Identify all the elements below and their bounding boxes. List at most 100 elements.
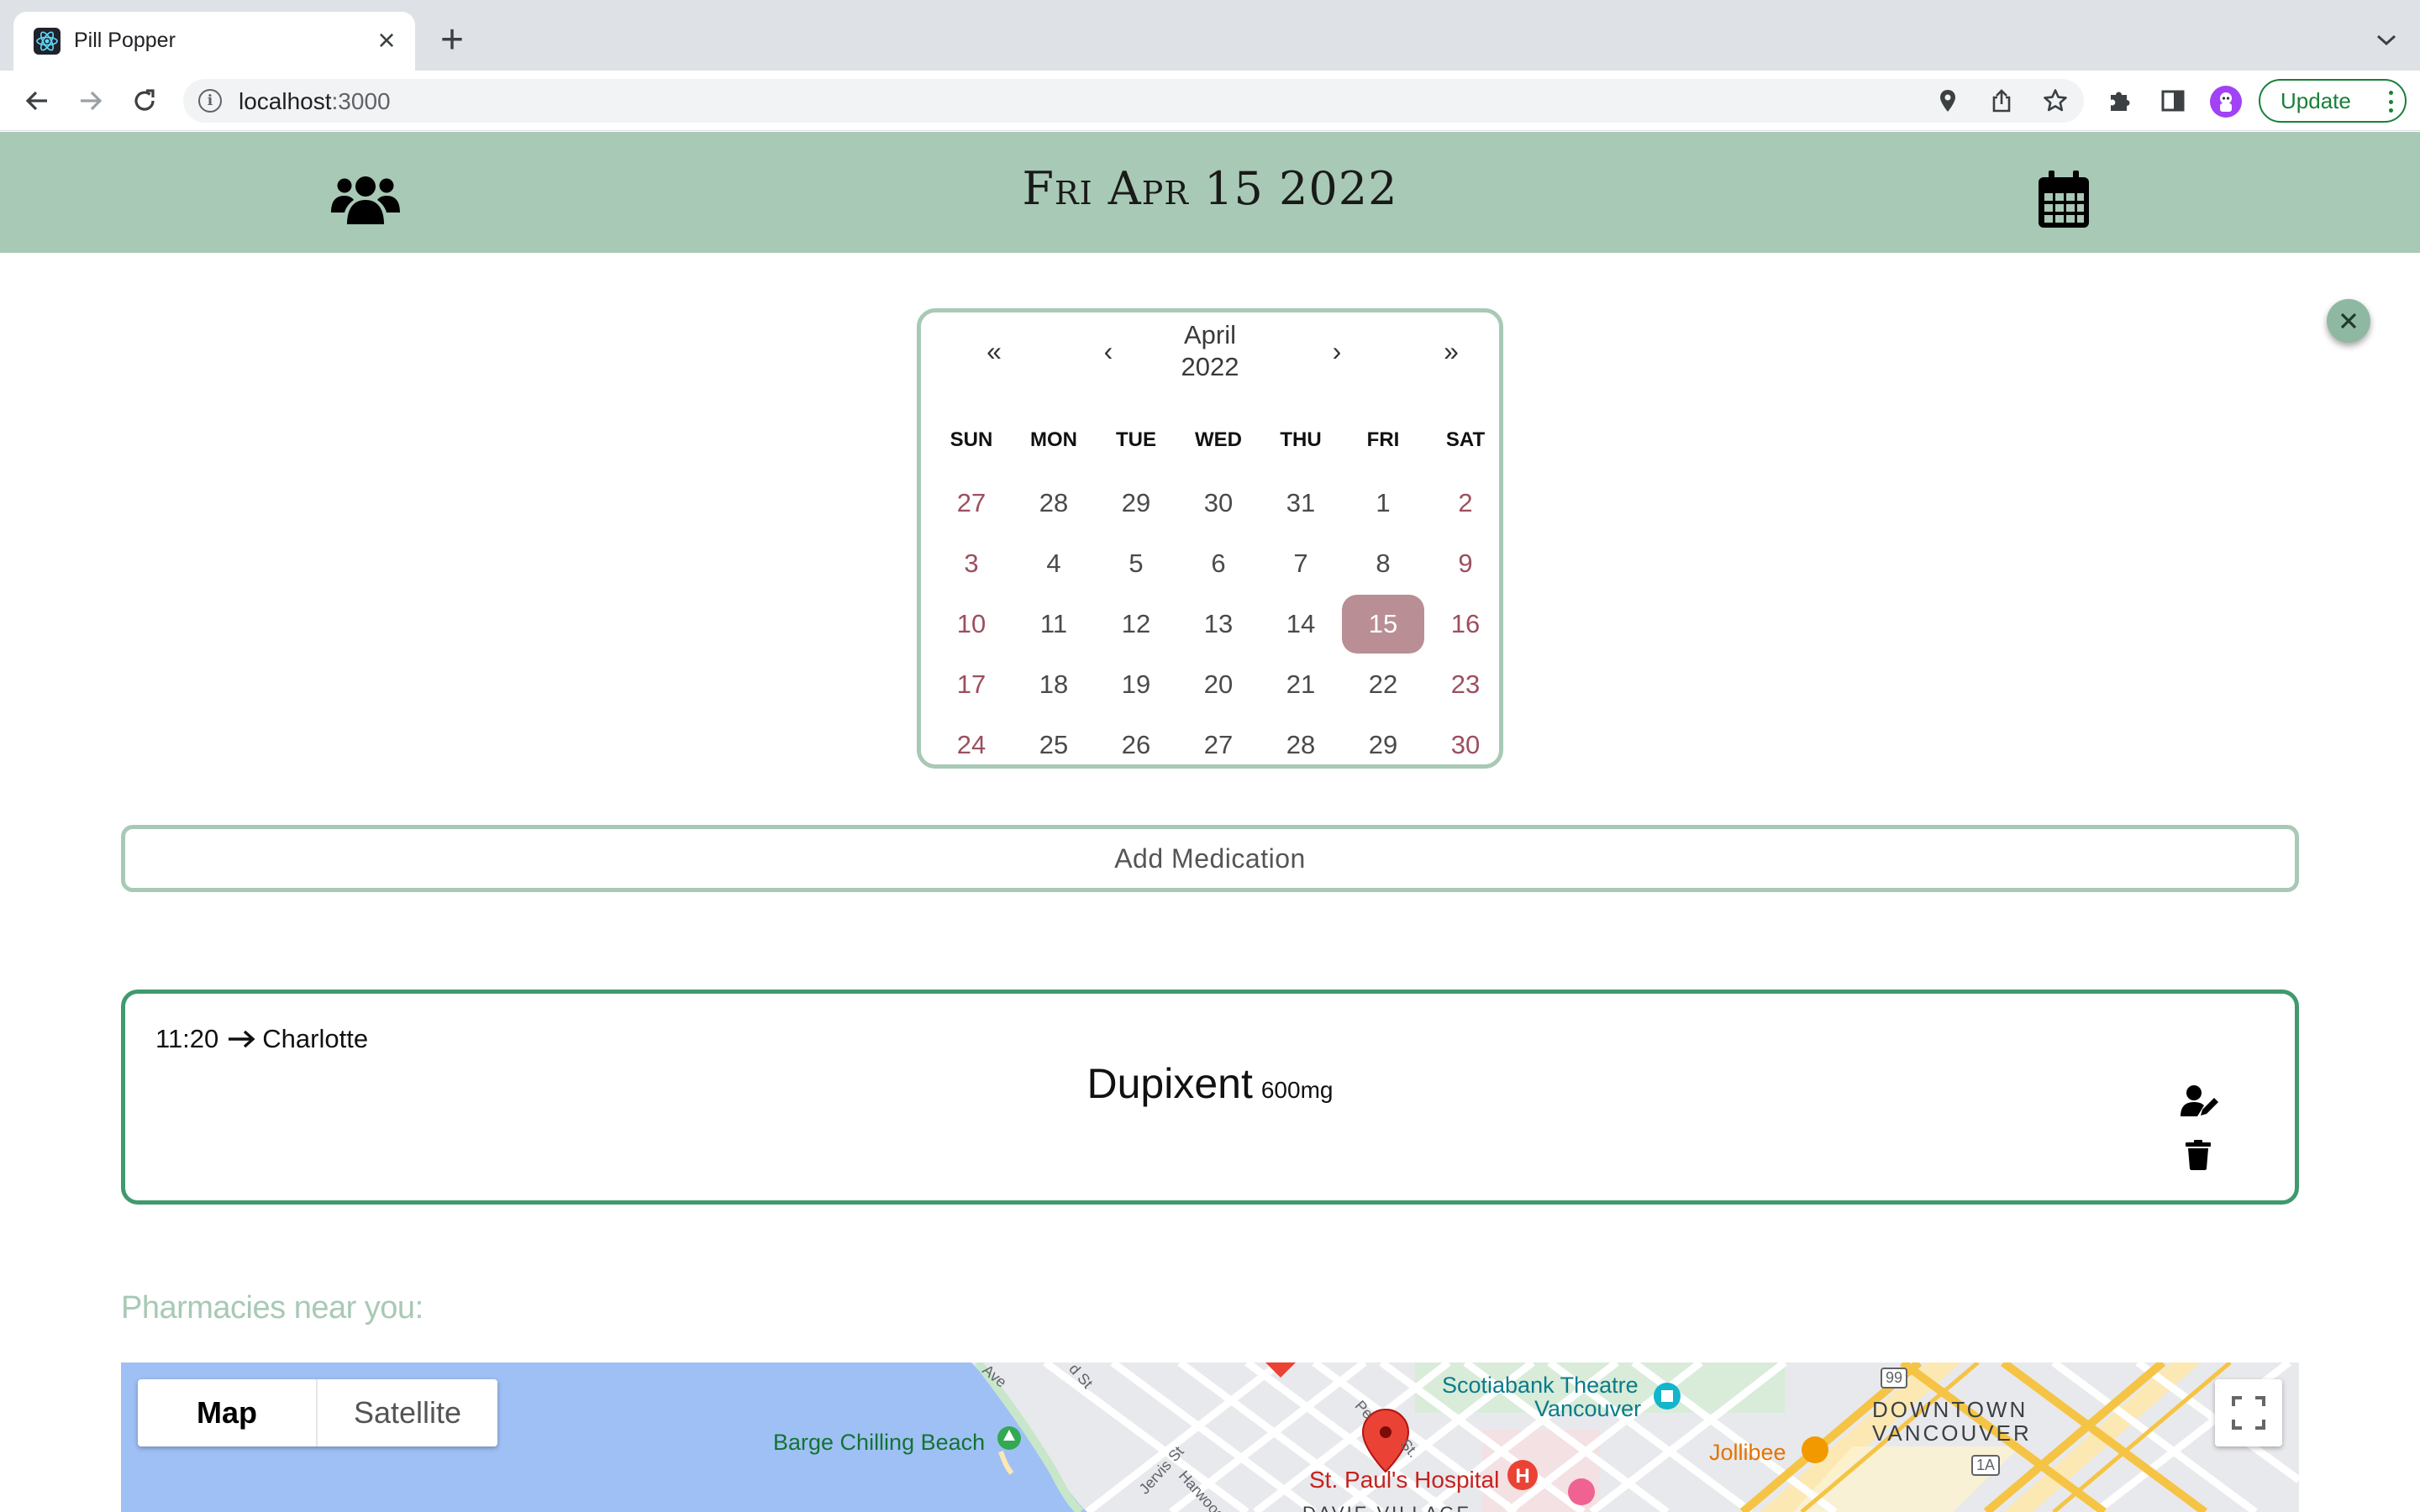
- weekday-label: MON: [1030, 428, 1077, 451]
- calendar-day[interactable]: 18: [1013, 655, 1095, 714]
- calendar-day[interactable]: 2: [1424, 474, 1507, 533]
- calendar-day[interactable]: 19: [1095, 655, 1177, 714]
- url-text: localhost:3000: [239, 88, 391, 115]
- calendar-day[interactable]: 17: [930, 655, 1013, 714]
- more-vertical-icon: [2388, 91, 2393, 113]
- site-info-icon[interactable]: i: [198, 89, 222, 113]
- calendar-day[interactable]: 16: [1424, 595, 1507, 654]
- calendar-day[interactable]: 12: [1095, 595, 1177, 654]
- trash-icon[interactable]: [2186, 1140, 2211, 1170]
- calendar-day[interactable]: 20: [1177, 655, 1260, 714]
- url-host: localhost: [239, 88, 332, 114]
- pharmacies-heading: Pharmacies near you:: [121, 1290, 424, 1326]
- map-label-theatre-line2: Vancouver: [1534, 1396, 1642, 1421]
- calendar-day[interactable]: 14: [1260, 595, 1342, 654]
- browser-toolbar: i localhost:3000 Update: [0, 71, 2420, 131]
- calendar-day[interactable]: 3: [930, 534, 1013, 593]
- calendar-widget: « ‹ April 2022 › » SUN MON TUE WED THU FRI SAT…: [917, 308, 1503, 769]
- calendar-day[interactable]: 10: [930, 595, 1013, 654]
- calendar-day[interactable]: 15: [1342, 595, 1424, 654]
- tab-search-chevron-icon[interactable]: [2371, 25, 2402, 55]
- update-button[interactable]: Update: [2259, 79, 2407, 123]
- map-label-theatre-line1: Scotiabank Theatre: [1442, 1373, 1639, 1398]
- update-label: Update: [2281, 87, 2351, 113]
- new-tab-plus-icon[interactable]: +: [434, 20, 471, 60]
- extensions-puzzle-icon[interactable]: [2104, 86, 2134, 116]
- profile-avatar[interactable]: [2210, 86, 2242, 118]
- calendar-day[interactable]: 1: [1342, 474, 1424, 533]
- calendar-year: 2022: [1181, 352, 1239, 381]
- weekday-label: WED: [1195, 428, 1242, 451]
- calendar-day[interactable]: 24: [930, 716, 1013, 774]
- calendar-day[interactable]: 27: [1177, 716, 1260, 774]
- calendar-day[interactable]: 21: [1260, 655, 1342, 714]
- calendar-day[interactable]: 26: [1095, 716, 1177, 774]
- map-route-1a: 1A: [1971, 1455, 2001, 1476]
- browser-tab-bar: Pill Popper × +: [0, 0, 2420, 71]
- pharmacy-map[interactable]: H Barge Chilling Beach St. Paul's Hospit…: [121, 1362, 2299, 1512]
- calendar-weekdays: SUN MON TUE WED THU FRI SAT: [921, 428, 1499, 462]
- arrow-right-icon: [227, 1029, 255, 1049]
- next-year-button[interactable]: »: [1426, 331, 1476, 371]
- calendar-day[interactable]: 25: [1013, 716, 1095, 774]
- reload-icon[interactable]: [126, 82, 163, 119]
- calendar-month-label[interactable]: April 2022: [1106, 319, 1314, 383]
- calendar-day[interactable]: 28: [1260, 716, 1342, 774]
- bookmark-star-icon[interactable]: [2042, 87, 2069, 114]
- calendar-navigation: « ‹ April 2022 › »: [921, 312, 1499, 393]
- calendar-day[interactable]: 30: [1177, 474, 1260, 533]
- calendar-day[interactable]: 4: [1013, 534, 1095, 593]
- calendar-day[interactable]: 29: [1342, 716, 1424, 774]
- close-icon[interactable]: [2327, 299, 2370, 343]
- calendar-day[interactable]: 9: [1424, 534, 1507, 593]
- map-label-district-line2: VANCOUVER: [1872, 1420, 2032, 1446]
- calendar-day[interactable]: 5: [1095, 534, 1177, 593]
- medication-schedule: 11:20 Charlotte: [155, 1024, 368, 1054]
- weekday-label: FRI: [1366, 428, 1400, 451]
- tab-title: Pill Popper: [74, 29, 176, 52]
- calendar-day[interactable]: 27: [930, 474, 1013, 533]
- medication-card: 11:20 Charlotte Dupixent 600mg: [121, 990, 2299, 1205]
- calendar-day[interactable]: 8: [1342, 534, 1424, 593]
- map-type-map-button[interactable]: Map: [138, 1379, 318, 1446]
- react-favicon-icon: [34, 28, 60, 55]
- calendar-day[interactable]: 28: [1013, 474, 1095, 533]
- weekday-label: TUE: [1116, 428, 1156, 451]
- tab-close-icon[interactable]: ×: [370, 24, 403, 57]
- browser-tab[interactable]: Pill Popper ×: [13, 12, 415, 71]
- calendar-day[interactable]: 7: [1260, 534, 1342, 593]
- weekday-label: SUN: [950, 428, 993, 451]
- back-arrow-icon[interactable]: [18, 82, 55, 119]
- prev-year-button[interactable]: «: [969, 331, 1019, 371]
- share-icon[interactable]: [1988, 87, 2015, 114]
- map-label-hospital: St. Paul's Hospital: [1309, 1467, 1500, 1493]
- add-medication-button[interactable]: Add Medication: [121, 825, 2299, 892]
- medication-title: Dupixent 600mg: [125, 1059, 2295, 1108]
- next-month-button[interactable]: ›: [1312, 331, 1362, 371]
- calendar-day[interactable]: 23: [1424, 655, 1507, 714]
- weekday-label: SAT: [1445, 428, 1486, 451]
- forward-arrow-icon[interactable]: [72, 82, 109, 119]
- calendar-day[interactable]: 30: [1424, 716, 1507, 774]
- user-edit-icon[interactable]: [2181, 1084, 2221, 1118]
- calendar-icon[interactable]: [2039, 171, 2089, 228]
- medication-dose: 600mg: [1260, 1077, 1334, 1103]
- calendar-day[interactable]: 6: [1177, 534, 1260, 593]
- side-panel-icon[interactable]: [2158, 86, 2188, 116]
- weekday-label: THU: [1280, 428, 1322, 451]
- calendar-day[interactable]: 11: [1013, 595, 1095, 654]
- fullscreen-icon[interactable]: [2215, 1379, 2282, 1446]
- url-port: :3000: [331, 88, 391, 114]
- calendar-day[interactable]: 29: [1095, 474, 1177, 533]
- medication-time: 11:20: [155, 1024, 219, 1053]
- calendar-day[interactable]: 22: [1342, 655, 1424, 714]
- calendar-month: April: [1183, 320, 1236, 349]
- map-route-99: 99: [1881, 1368, 1908, 1389]
- calendar-day[interactable]: 31: [1260, 474, 1342, 533]
- address-bar[interactable]: i localhost:3000: [183, 79, 2084, 123]
- app-header: Fri Apr 15 2022: [0, 132, 2420, 253]
- map-label-district-line1: DOWNTOWN: [1872, 1397, 2028, 1422]
- map-type-satellite-button[interactable]: Satellite: [318, 1379, 497, 1446]
- location-pin-icon[interactable]: [1934, 87, 1961, 114]
- calendar-day[interactable]: 13: [1177, 595, 1260, 654]
